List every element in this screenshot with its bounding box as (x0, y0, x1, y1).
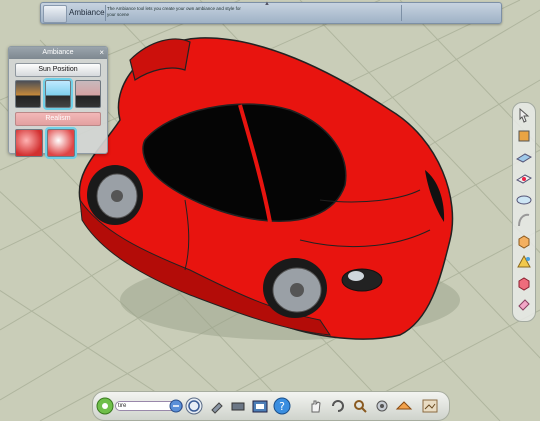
ambiance-icon[interactable] (395, 397, 413, 415)
plane-icon[interactable] (516, 149, 532, 165)
banner-handle-icon[interactable]: ▲ (264, 1, 270, 7)
zoom-icon[interactable] (351, 397, 369, 415)
rotate-icon[interactable] (329, 397, 347, 415)
realism-preset-shaded[interactable] (15, 129, 43, 157)
ambiance-banner-icon (43, 5, 67, 23)
sun-preset-midday[interactable] (43, 78, 73, 110)
ambiance-panel-title: Ambiance (9, 47, 107, 59)
gear-icon[interactable] (373, 397, 391, 415)
right-toolbar (512, 102, 536, 322)
cube-icon[interactable] (516, 275, 532, 291)
sun-preset-dusk[interactable] (75, 80, 101, 108)
curve-icon[interactable] (516, 212, 532, 228)
car-parts-icon[interactable] (229, 397, 247, 415)
select-icon[interactable] (516, 107, 532, 123)
headlight-left (341, 268, 383, 292)
box-icon[interactable] (516, 233, 532, 249)
realism-preset-realistic[interactable] (45, 127, 77, 159)
banner-tool-name: Ambiance (69, 8, 105, 17)
ambiance-panel: Ambiance × Sun Position Realism (8, 46, 108, 159)
camera-icon[interactable] (251, 397, 269, 415)
svg-text:?: ? (279, 400, 285, 413)
paint-icon[interactable] (516, 128, 532, 144)
realism-presets (15, 127, 101, 159)
search-go-icon[interactable] (167, 397, 185, 415)
help-icon[interactable]: ? (273, 397, 291, 415)
hand-icon[interactable] (307, 397, 325, 415)
sun-position-header[interactable]: Sun Position (15, 63, 101, 77)
ellipse-icon[interactable] (516, 191, 532, 207)
frame-icon[interactable] (421, 397, 439, 415)
stamp-icon[interactable] (516, 170, 532, 186)
close-icon[interactable]: × (99, 48, 104, 57)
front-wheel (263, 258, 327, 318)
sun-position-presets (15, 78, 101, 110)
rear-wheel (87, 165, 143, 225)
bottom-toolbar: ? (92, 391, 450, 421)
banner-description: The Ambiance tool lets you create your o… (107, 6, 241, 17)
eraser-icon[interactable] (516, 296, 532, 312)
tools-icon[interactable] (209, 397, 227, 415)
home-icon[interactable] (96, 397, 114, 415)
tool-info-banner: Ambiance The Ambiance tool lets you crea… (40, 1, 502, 24)
sun-preset-sunset[interactable] (15, 80, 41, 108)
pyramid-icon[interactable] (516, 254, 532, 270)
realism-header[interactable]: Realism (15, 112, 101, 126)
spiral-icon[interactable] (185, 397, 203, 415)
